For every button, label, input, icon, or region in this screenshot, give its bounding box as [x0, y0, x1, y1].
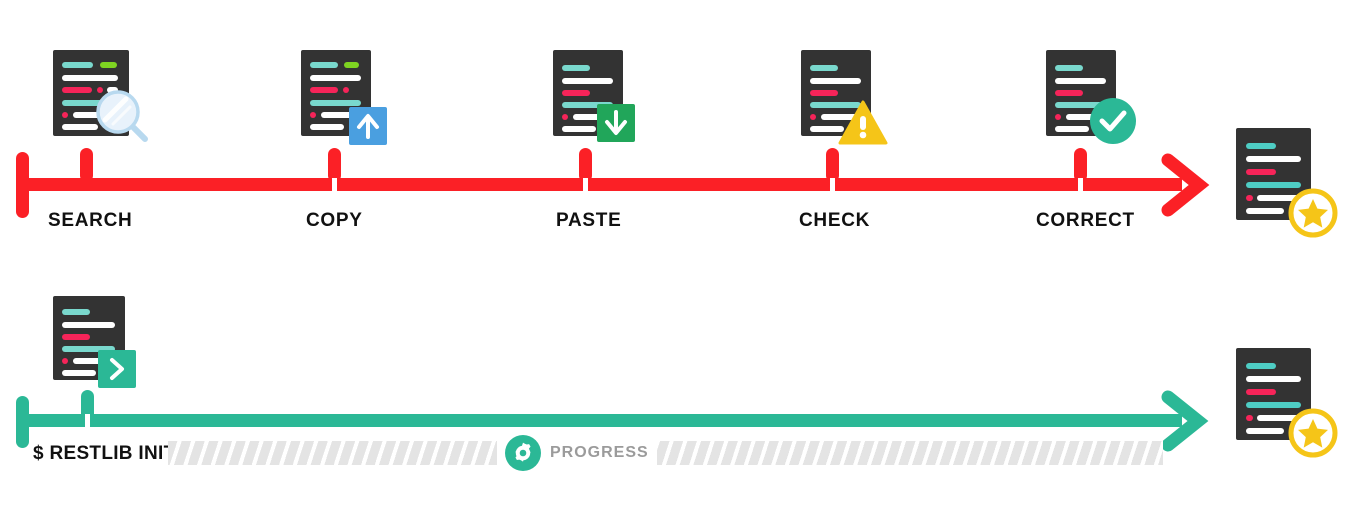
doc-line: [810, 78, 861, 84]
doc-line: [1246, 428, 1284, 434]
step-label-paste: PASTE: [556, 210, 622, 231]
gear-glyph: [515, 442, 531, 462]
progress-label: PROGRESS: [550, 444, 649, 461]
doc-line: [62, 124, 98, 130]
doc-line: [1246, 195, 1253, 201]
doc-line: [1055, 126, 1089, 132]
doc-line: [62, 358, 68, 364]
timeline-gap: [1078, 178, 1083, 191]
command-badge: [98, 350, 136, 388]
doc-line: [62, 309, 90, 315]
step-label-correct: CORRECT: [1036, 210, 1135, 231]
doc-line: [310, 62, 338, 68]
doc-line: [62, 322, 115, 328]
magnifier-icon: [96, 90, 148, 142]
doc-line: [100, 62, 117, 68]
doc-line: [810, 114, 816, 120]
doc-line: [62, 112, 68, 118]
doc-line: [1055, 114, 1061, 120]
timeline-line-command: [16, 414, 1182, 427]
chevron-right-icon: [110, 358, 124, 380]
doc-line: [62, 334, 90, 340]
timeline-gap: [85, 414, 90, 427]
timeline-gap: [332, 178, 337, 191]
doc-line: [1246, 143, 1276, 149]
step-label-copy: COPY: [306, 210, 363, 231]
timeline-tick-search: [80, 148, 93, 182]
arrow-down-icon: [605, 110, 627, 135]
doc-line: [1055, 90, 1083, 96]
doc-line: [62, 75, 118, 81]
timeline-arrowhead-process: [1161, 153, 1210, 217]
step-label-check: CHECK: [799, 210, 871, 231]
doc-line: [1246, 389, 1276, 395]
copy-badge: [349, 107, 387, 145]
timeline-tick-copy: [328, 148, 341, 182]
doc-line: [344, 62, 359, 68]
doc-line: [1246, 415, 1253, 421]
timeline-arrowhead-command: [1161, 390, 1209, 452]
infographic-canvas: SEARCH COPY PASTE CHECK CORRECT $ RESTLI…: [0, 0, 1360, 519]
doc-line: [1246, 156, 1301, 162]
progress-indicator: PROGRESS: [497, 435, 657, 471]
paste-badge: [597, 104, 635, 142]
doc-line: [310, 100, 361, 106]
command-label: $ RESTLIB INIT: [33, 443, 176, 464]
doc-line: [310, 75, 361, 81]
doc-line: [310, 112, 316, 118]
doc-line: [562, 90, 590, 96]
doc-line: [562, 114, 568, 120]
doc-line: [1246, 363, 1276, 369]
doc-line: [310, 124, 344, 130]
doc-line: [562, 78, 613, 84]
timeline-line-process: [16, 178, 1182, 191]
doc-line: [562, 126, 596, 132]
progress-bar: [168, 441, 1163, 465]
timeline-tick-check: [826, 148, 839, 182]
doc-line: [810, 90, 838, 96]
check-circle-icon: [1090, 98, 1136, 144]
progress-stripes: [168, 441, 1163, 465]
timeline-gap: [583, 178, 588, 191]
doc-line: [62, 62, 93, 68]
star-badge-icon: [1288, 408, 1338, 458]
star-badge-icon: [1288, 188, 1338, 238]
step-label-search: SEARCH: [48, 210, 133, 231]
gear-icon: [505, 435, 541, 471]
doc-line: [62, 87, 92, 93]
arrow-up-icon: [357, 114, 379, 139]
doc-line: [810, 65, 838, 71]
warning-triangle-icon: [838, 100, 888, 145]
timeline-tick-correct: [1074, 148, 1087, 182]
doc-line: [1246, 169, 1276, 175]
doc-line: [562, 65, 590, 71]
doc-line: [62, 370, 96, 376]
doc-line: [310, 87, 338, 93]
timeline-tick-paste: [579, 148, 592, 182]
doc-line: [1246, 208, 1284, 214]
doc-line: [1055, 78, 1106, 84]
timeline-gap: [830, 178, 835, 191]
doc-line: [1055, 65, 1083, 71]
doc-line: [1246, 376, 1301, 382]
doc-line: [343, 87, 349, 93]
